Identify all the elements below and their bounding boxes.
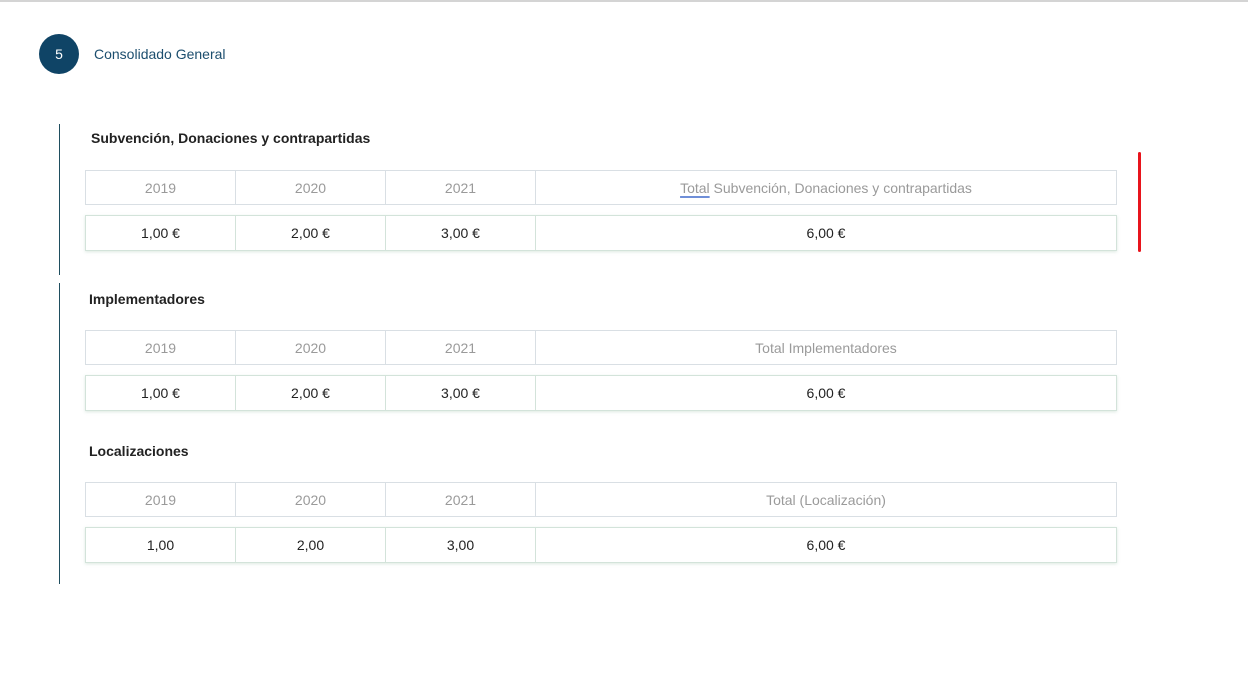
section-title-subvencion: Subvención, Donaciones y contrapartidas <box>91 130 371 146</box>
value-cell: 1,00 € <box>86 216 236 250</box>
total-value-cell: 6,00 € <box>806 385 846 401</box>
value-cell: 3,00 € <box>386 376 536 410</box>
value-cell: 1,00 <box>86 528 236 562</box>
step-number-badge: 5 <box>39 34 79 74</box>
table-header-row: 2019 2020 2021 Total Implementadores <box>85 330 1117 365</box>
column-header-year: 2019 <box>86 483 236 516</box>
step-title: Consolidado General <box>94 46 226 62</box>
top-divider <box>0 0 1248 2</box>
section-accent-line <box>59 283 60 584</box>
column-header-total: Total Implementadores <box>755 339 897 356</box>
column-header-year: 2020 <box>236 171 386 204</box>
column-header-year: 2021 <box>386 331 536 364</box>
column-header-year: 2020 <box>236 331 386 364</box>
value-cell: 2,00 € <box>236 376 386 410</box>
total-header-text: Subvención, Donaciones y contrapartidas <box>709 179 972 196</box>
table-header-row: 2019 2020 2021 Total (Localización) <box>85 482 1117 517</box>
column-header-total: Total (Localización) <box>766 491 886 508</box>
red-annotation-mark <box>1138 152 1141 252</box>
total-value-cell: 6,00 € <box>806 537 846 553</box>
column-header-year: 2020 <box>236 483 386 516</box>
column-header-year: 2019 <box>86 331 236 364</box>
value-cell: 3,00 <box>386 528 536 562</box>
section-title-localizaciones: Localizaciones <box>89 443 189 459</box>
column-header-year: 2019 <box>86 171 236 204</box>
table-row: 1,00 € 2,00 € 3,00 € 6,00 € <box>85 375 1117 411</box>
table-header-row: 2019 2020 2021 Total Subvención, Donacio… <box>85 170 1117 205</box>
column-header-total: Total Subvención, Donaciones y contrapar… <box>536 171 1116 204</box>
total-value-cell: 6,00 € <box>806 225 846 241</box>
table-row: 1,00 2,00 3,00 6,00 € <box>85 527 1117 563</box>
value-cell: 3,00 € <box>386 216 536 250</box>
total-word-spellcheck: Total <box>680 179 710 196</box>
section-accent-line <box>59 124 60 275</box>
column-header-year: 2021 <box>386 483 536 516</box>
section-title-implementadores: Implementadores <box>89 291 205 307</box>
value-cell: 2,00 € <box>236 216 386 250</box>
value-cell: 2,00 <box>236 528 386 562</box>
value-cell: 1,00 € <box>86 376 236 410</box>
table-row: 1,00 € 2,00 € 3,00 € 6,00 € <box>85 215 1117 251</box>
column-header-year: 2021 <box>386 171 536 204</box>
